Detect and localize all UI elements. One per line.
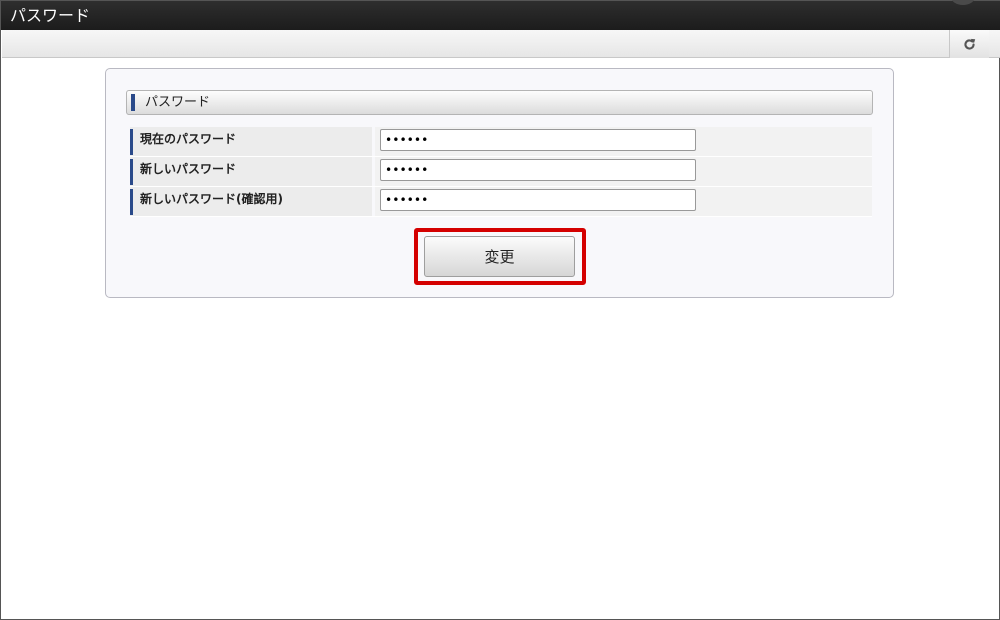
- confirm-password-input[interactable]: [380, 189, 696, 211]
- refresh-button[interactable]: [949, 30, 989, 58]
- current-password-input[interactable]: [380, 129, 696, 151]
- current-password-label: 現在のパスワード: [130, 127, 372, 156]
- password-form: 現在のパスワード 新しいパスワード 新しいパスワード(確認用): [130, 127, 872, 217]
- new-password-label: 新しいパスワード: [130, 157, 372, 186]
- window-title: パスワード: [10, 6, 91, 25]
- form-row-new-password: 新しいパスワード: [130, 157, 872, 187]
- form-row-current-password: 現在のパスワード: [130, 127, 872, 157]
- section-title: パスワード: [145, 95, 211, 110]
- section-header: パスワード: [126, 90, 873, 115]
- form-row-confirm-password: 新しいパスワード(確認用): [130, 187, 872, 217]
- password-card: パスワード 現在のパスワード 新しいパスワード 新しいパスワード(確認用): [105, 68, 894, 298]
- refresh-icon: [964, 38, 976, 50]
- confirm-password-label: 新しいパスワード(確認用): [130, 187, 372, 216]
- corner-decoration: [951, 0, 975, 5]
- window-titlebar: パスワード: [1, 0, 1000, 30]
- new-password-input[interactable]: [380, 159, 696, 181]
- toolbar: [2, 30, 1000, 58]
- app-window: パスワード パスワード 現在のパスワード 新しいパスワード: [0, 0, 1000, 620]
- change-button[interactable]: 変更: [424, 236, 575, 277]
